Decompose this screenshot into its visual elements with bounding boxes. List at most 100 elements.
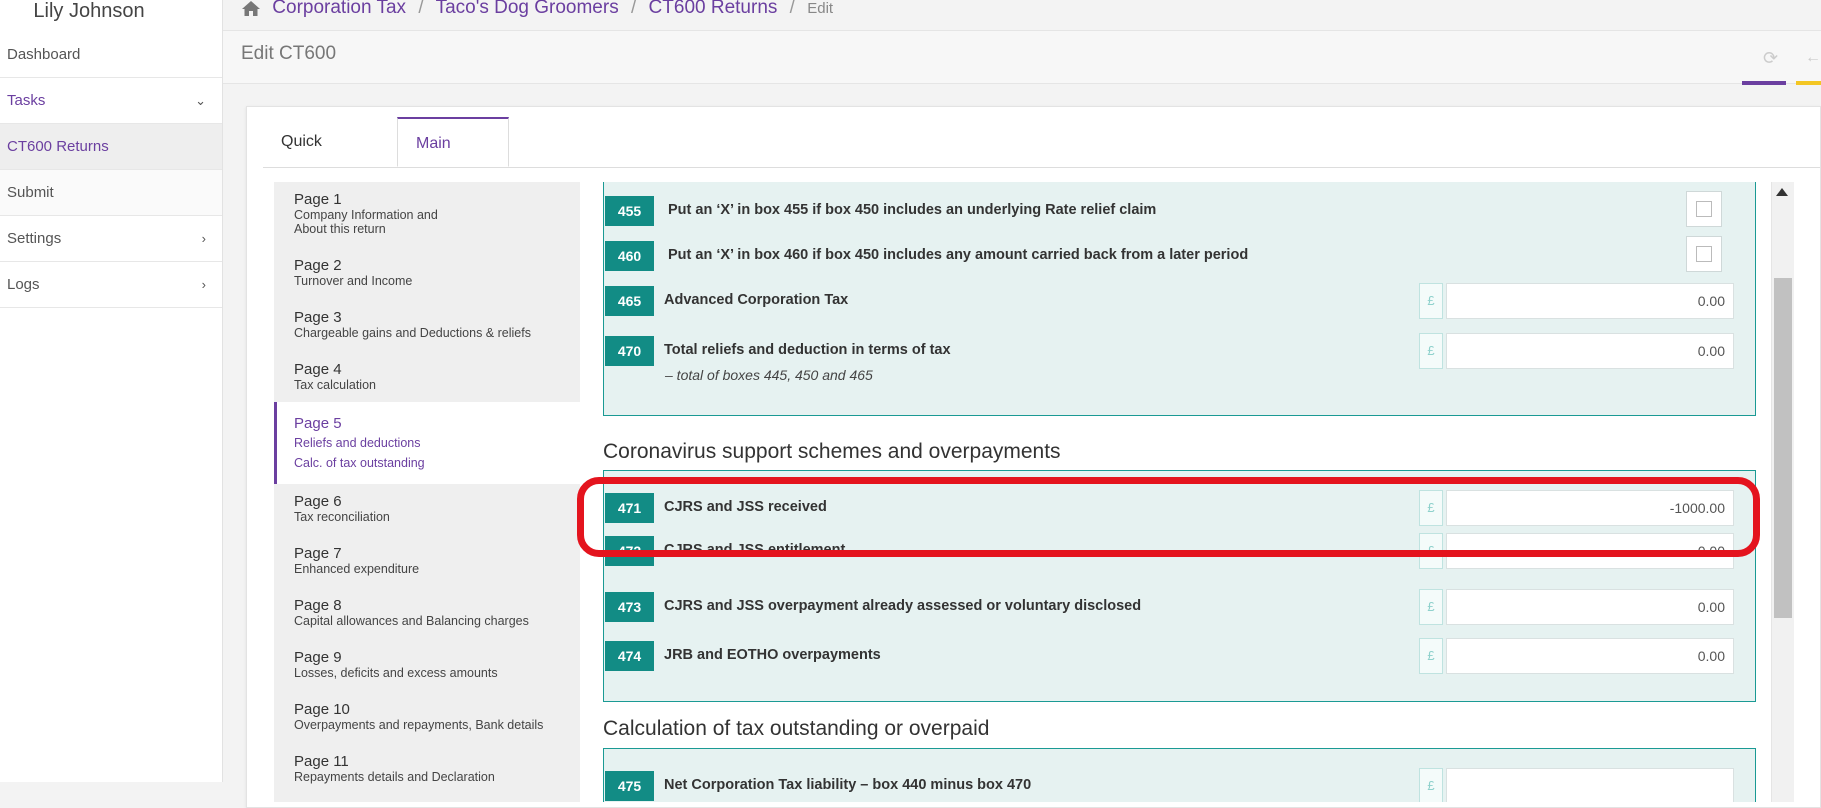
- form-row-472: 472 CJRS and JSS entitlement £ 0.00: [603, 533, 1756, 570]
- page-nav-title: Page 11: [294, 753, 349, 770]
- page-nav-subtitle: Tax reconciliation: [294, 510, 390, 524]
- page-nav-title: Page 2: [294, 257, 342, 274]
- row-label: Put an ‘X’ in box 460 if box 450 include…: [668, 247, 1249, 263]
- user-name[interactable]: Lily Johnson: [0, 0, 178, 22]
- tab-main-form[interactable]: Main Form: [397, 117, 509, 202]
- page-nav-item[interactable]: Page 3 Chargeable gains and Deductions &…: [274, 309, 580, 341]
- page-nav-item[interactable]: Page 10 Overpayments and repayments, Ban…: [274, 701, 580, 733]
- accent-bar-purple: [1742, 81, 1786, 85]
- currency-symbol: £: [1419, 283, 1443, 319]
- breadcrumb-company[interactable]: Taco's Dog Groomers: [436, 0, 619, 18]
- box-number: 460: [605, 241, 654, 271]
- breadcrumb-corporation-tax[interactable]: Corporation Tax: [272, 0, 406, 18]
- breadcrumb-ct600-returns[interactable]: CT600 Returns: [649, 0, 778, 18]
- row-label: CJRS and JSS entitlement: [664, 542, 846, 558]
- page-nav-item[interactable]: Page 6 Tax reconciliation: [274, 493, 580, 525]
- accent-bar-yellow: [1796, 81, 1821, 85]
- sidebar-item-label: Submit: [7, 184, 54, 201]
- chevron-right-icon: ›: [201, 277, 206, 292]
- box-474-input[interactable]: 0.00: [1446, 638, 1734, 674]
- sidebar-item-logs[interactable]: Logs ›: [0, 262, 222, 308]
- form-scrollbar[interactable]: [1771, 182, 1794, 802]
- currency-symbol: £: [1419, 768, 1443, 802]
- page-nav-subtitle: Chargeable gains and Deductions & relief…: [294, 326, 531, 340]
- box-number: 455: [605, 196, 654, 226]
- sidebar-item-ct600-returns[interactable]: CT600 Returns: [0, 124, 222, 170]
- page-nav-item[interactable]: Page 7 Enhanced expenditure: [274, 546, 580, 577]
- sidebar-item-label: CT600 Returns: [7, 138, 109, 155]
- row-label: Total reliefs and deduction in terms of …: [664, 342, 951, 358]
- row-label: Advanced Corporation Tax: [664, 292, 849, 308]
- currency-symbol: £: [1419, 333, 1443, 369]
- box-number: 471: [605, 493, 654, 523]
- form-row-455: 455 Put an ‘X’ in box 455 if box 450 inc…: [603, 191, 1756, 230]
- tab-quick-entry[interactable]: Quick Entry: [263, 117, 381, 200]
- currency-symbol: £: [1419, 589, 1443, 625]
- page-nav-subtitle: Turnover and Income: [294, 274, 413, 288]
- box-number: 474: [605, 641, 654, 671]
- page-nav-item[interactable]: Page 9 Losses, deficits and excess amoun…: [274, 649, 580, 681]
- box-number: 473: [605, 592, 654, 622]
- page-nav-item[interactable]: Page 11 Repayments details and Declarati…: [274, 753, 580, 785]
- page-nav-subtitle: Overpayments and repayments, Bank detail…: [294, 718, 544, 732]
- page-nav-title: Page 3: [294, 309, 342, 326]
- refresh-icon[interactable]: ⟳: [1763, 49, 1781, 67]
- sidebar-item-label: Logs: [7, 276, 40, 293]
- page-header: Edit CT600 ⟳ ←: [223, 30, 1821, 85]
- page-nav-subtitle: Tax calculation: [294, 378, 376, 392]
- sidebar-item-dashboard[interactable]: Dashboard: [0, 32, 222, 78]
- page-nav-title: Page 10: [294, 701, 350, 718]
- home-icon[interactable]: [241, 0, 261, 16]
- page-nav-subtitle: Capital allowances and Balancing charges: [294, 614, 529, 628]
- row-label: Put an ‘X’ in box 455 if box 450 include…: [668, 202, 1157, 218]
- form-row-475: 475 Net Corporation Tax liability – box …: [603, 768, 1756, 802]
- sidebar-item-submit[interactable]: Submit: [0, 170, 222, 216]
- page-nav-title: Page 5: [294, 415, 342, 432]
- page-nav-item[interactable]: Page 2 Turnover and Income: [274, 257, 580, 289]
- breadcrumb: Corporation Tax / Taco's Dog Groomers / …: [241, 0, 833, 18]
- sidebar-item-tasks[interactable]: Tasks ⌄: [0, 78, 222, 124]
- row-label: Net Corporation Tax liability – box 440 …: [664, 777, 1032, 793]
- page-nav-item-active[interactable]: Page 5 Reliefs and deductions Calc. of t…: [274, 402, 580, 484]
- scroll-up-arrow-icon[interactable]: [1776, 188, 1788, 196]
- box-475-input[interactable]: [1446, 768, 1734, 802]
- form-row-460: 460 Put an ‘X’ in box 460 if box 450 inc…: [603, 236, 1756, 275]
- sidebar-item-label: Tasks: [7, 92, 46, 109]
- page-nav-subtitle: About this return: [294, 222, 386, 236]
- page-nav-item[interactable]: Page 1 Company Information and About thi…: [274, 191, 580, 237]
- form-row-471: 471 CJRS and JSS received £ -1000.00: [603, 490, 1756, 527]
- box-number: 465: [605, 286, 654, 316]
- page-nav-title: Page 6: [294, 493, 342, 510]
- section-title: Calculation of tax outstanding or overpa…: [603, 717, 990, 740]
- box-455-checkbox[interactable]: [1686, 191, 1722, 227]
- back-arrow-icon[interactable]: ←: [1805, 49, 1821, 67]
- section-title: Coronavirus support schemes and overpaym…: [603, 440, 1061, 463]
- box-number: 472: [605, 536, 654, 566]
- box-473-input[interactable]: 0.00: [1446, 589, 1734, 625]
- page-nav-title: Page 1: [294, 191, 342, 208]
- page-nav-title: Page 9: [294, 649, 342, 666]
- page-nav-item[interactable]: Page 8 Capital allowances and Balancing …: [274, 597, 580, 629]
- box-472-input[interactable]: 0.00: [1446, 533, 1734, 569]
- scrollbar-thumb[interactable]: [1774, 278, 1792, 618]
- box-number: 475: [605, 771, 654, 801]
- page-nav-subtitle: Company Information and: [294, 208, 438, 222]
- form-row-465: 465 Advanced Corporation Tax £ 0.00: [603, 283, 1756, 320]
- box-471-input[interactable]: -1000.00: [1446, 490, 1734, 526]
- form-row-473: 473 CJRS and JSS overpayment already ass…: [603, 589, 1756, 626]
- box-470-input[interactable]: 0.00: [1446, 333, 1734, 369]
- row-label: CJRS and JSS received: [664, 499, 827, 515]
- sidebar-item-settings[interactable]: Settings ›: [0, 216, 222, 262]
- box-number: 470: [605, 336, 654, 366]
- chevron-down-icon: ⌄: [195, 93, 206, 108]
- box-460-checkbox[interactable]: [1686, 236, 1722, 272]
- row-label: JRB and EOTHO overpayments: [664, 647, 881, 663]
- page-nav-title: Page 8: [294, 597, 342, 614]
- box-465-input[interactable]: 0.00: [1446, 283, 1734, 319]
- currency-symbol: £: [1419, 533, 1443, 569]
- form-row-474: 474 JRB and EOTHO overpayments £ 0.00: [603, 638, 1756, 675]
- page-nav-subtitle: Reliefs and deductions: [294, 436, 421, 450]
- sidebar: Lily Johnson Dashboard Tasks ⌄ CT600 Ret…: [0, 0, 223, 782]
- page-nav-subtitle: Calc. of tax outstanding: [294, 456, 425, 470]
- page-nav-item[interactable]: Page 4 Tax calculation: [274, 362, 580, 393]
